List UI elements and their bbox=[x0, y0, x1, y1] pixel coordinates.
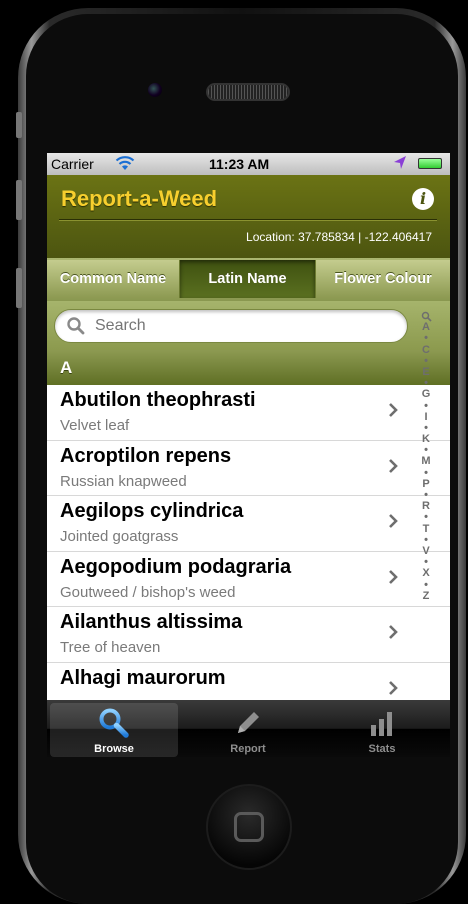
segment-latin-name[interactable]: Latin Name bbox=[180, 260, 316, 298]
common-name: Goutweed / bishop's weed bbox=[60, 583, 236, 601]
sort-segmented-control: Common Name Latin Name Flower Colour bbox=[47, 258, 450, 301]
index-letter[interactable]: • bbox=[417, 579, 435, 591]
index-letter[interactable]: M bbox=[417, 456, 435, 467]
status-bar: Carrier 11:23 AM bbox=[47, 153, 450, 175]
latin-name: Acroptilon repens bbox=[60, 444, 232, 467]
common-name: Tree of heaven bbox=[60, 639, 161, 656]
app-title: Report-a-Weed bbox=[61, 186, 218, 211]
front-camera bbox=[148, 83, 162, 97]
app-header: Report-a-Weed i Location: 37.785834 | -1… bbox=[47, 175, 450, 258]
chevron-right-icon bbox=[389, 514, 398, 528]
location-readout: Location: 37.785834 | -122.406417 bbox=[246, 230, 432, 244]
clock: 11:23 AM bbox=[209, 156, 270, 172]
index-letter[interactable]: G bbox=[417, 389, 435, 400]
location-value: 37.785834 | -122.406417 bbox=[298, 230, 432, 244]
mute-switch bbox=[16, 112, 22, 138]
tab-label: Report bbox=[230, 743, 266, 755]
latin-name: Alhagi maurorum bbox=[60, 666, 226, 689]
home-square-icon bbox=[234, 812, 264, 842]
volume-up-button bbox=[16, 180, 22, 220]
tab-stats[interactable]: Stats bbox=[315, 700, 449, 757]
latin-name: Aegopodium podagraria bbox=[60, 555, 292, 578]
index-letter[interactable]: Z bbox=[417, 590, 435, 602]
app-screen: Carrier 11:23 AM Report-a-Weed i Locatio… bbox=[47, 153, 450, 757]
index-letter[interactable]: • bbox=[417, 333, 435, 344]
chevron-right-icon bbox=[389, 625, 398, 639]
wifi-icon bbox=[115, 156, 135, 170]
list-item[interactable]: Aegilops cylindrica Jointed goatgrass bbox=[47, 496, 450, 552]
segment-flower-colour[interactable]: Flower Colour bbox=[316, 260, 450, 298]
tab-browse[interactable]: Browse bbox=[47, 700, 181, 757]
weed-list: Abutilon theophrasti Velvet leaf Acropti… bbox=[47, 385, 450, 718]
section-header-letter: A bbox=[60, 358, 73, 377]
location-arrow-icon bbox=[394, 156, 406, 169]
chevron-right-icon bbox=[389, 458, 398, 473]
search-icon bbox=[67, 317, 85, 335]
common-name: Jointed goatgrass bbox=[60, 528, 179, 545]
index-letter[interactable]: X bbox=[417, 568, 435, 579]
list-item[interactable]: Acroptilon repens Russian knapweed bbox=[47, 440, 450, 496]
header-divider bbox=[59, 219, 437, 220]
tab-bar: Browse Report Stats bbox=[47, 700, 450, 757]
earpiece-speaker bbox=[206, 83, 290, 101]
index-letter[interactable]: • bbox=[417, 400, 435, 412]
search-field[interactable] bbox=[54, 309, 408, 343]
common-name: Velvet leaf bbox=[60, 417, 130, 434]
search-input[interactable] bbox=[95, 310, 395, 342]
volume-down-button bbox=[16, 268, 22, 308]
list-item[interactable]: Abutilon theophrasti Velvet leaf bbox=[47, 385, 450, 441]
magnifier-icon bbox=[99, 708, 129, 738]
battery-icon bbox=[418, 158, 442, 169]
pencil-icon bbox=[238, 712, 259, 733]
chevron-right-icon bbox=[389, 403, 398, 417]
section-header: A bbox=[47, 350, 450, 385]
tab-label: Stats bbox=[368, 743, 396, 755]
chevron-right-icon bbox=[389, 680, 398, 695]
tab-report[interactable]: Report bbox=[181, 700, 315, 757]
search-bar bbox=[47, 301, 450, 350]
list-item[interactable]: Ailanthus altissima Tree of heaven bbox=[47, 607, 450, 663]
section-index[interactable]: A • C • E • G • I • K • M • P • R • T • … bbox=[417, 311, 435, 602]
home-button[interactable] bbox=[206, 784, 292, 870]
common-name: Russian knapweed bbox=[60, 472, 187, 490]
latin-name: Ailanthus altissima bbox=[60, 611, 243, 633]
info-icon[interactable]: i bbox=[412, 188, 434, 210]
chevron-right-icon bbox=[389, 569, 398, 584]
latin-name: Aegilops cylindrica bbox=[60, 500, 244, 522]
latin-name: Abutilon theophrasti bbox=[60, 389, 256, 411]
tab-label: Browse bbox=[94, 743, 134, 755]
segment-common-name[interactable]: Common Name bbox=[47, 260, 180, 298]
bar-chart-icon bbox=[371, 712, 392, 736]
list-item[interactable]: Aegopodium podagraria Goutweed / bishop'… bbox=[47, 551, 450, 607]
index-letter[interactable]: • bbox=[417, 512, 435, 523]
carrier-label: Carrier bbox=[51, 156, 94, 172]
location-label: Location: bbox=[246, 230, 295, 244]
